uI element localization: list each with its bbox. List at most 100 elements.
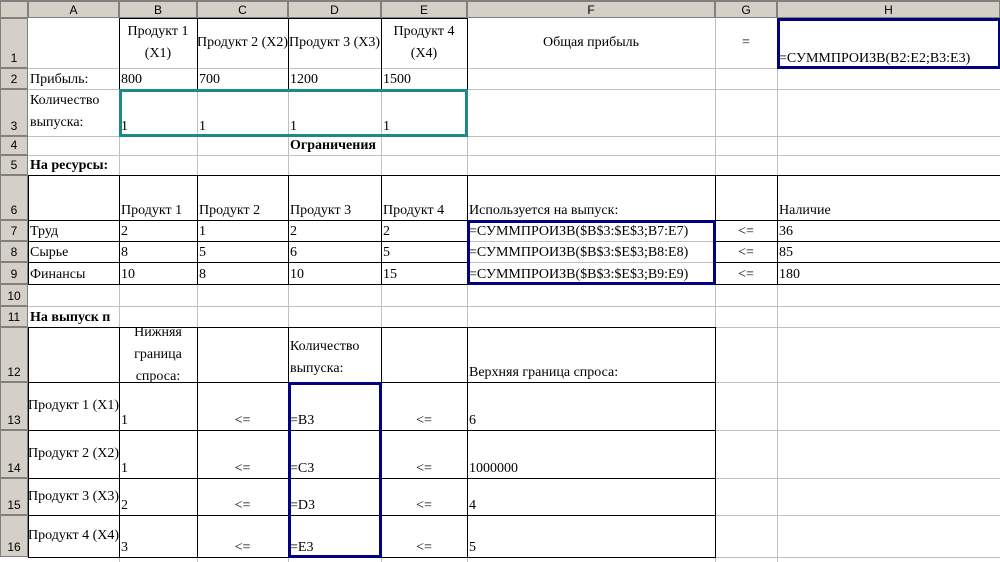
cell-c7[interactable]: 1 bbox=[197, 220, 288, 241]
cell-c8[interactable]: 5 bbox=[197, 241, 288, 262]
cell-e3[interactable]: 1 bbox=[381, 89, 467, 136]
cell-f9[interactable]: =СУММПРОИЗВ($B$3:$E$3;B9:E9) bbox=[467, 262, 715, 284]
cell-d14[interactable]: =C3 bbox=[288, 430, 381, 478]
cell-a11[interactable]: На выпуск п bbox=[28, 306, 119, 327]
cell-d3[interactable]: 1 bbox=[288, 89, 381, 136]
cell-d4[interactable]: Ограничения bbox=[288, 136, 381, 155]
cell-d8[interactable]: 6 bbox=[288, 241, 381, 262]
cell-c16[interactable]: <= bbox=[197, 515, 288, 557]
cell-e2[interactable]: 1500 bbox=[381, 68, 467, 89]
cell-c2[interactable]: 700 bbox=[197, 68, 288, 89]
row-header-15[interactable]: 15 bbox=[0, 478, 28, 515]
cell-b8[interactable]: 8 bbox=[119, 241, 197, 262]
cell-c15[interactable]: <= bbox=[197, 478, 288, 515]
row-header-1[interactable]: 1 bbox=[0, 18, 28, 68]
cell-e9[interactable]: 15 bbox=[381, 262, 467, 284]
cell-d16[interactable]: =E3 bbox=[288, 515, 381, 557]
cell-d7[interactable]: 2 bbox=[288, 220, 381, 241]
cell-d6[interactable]: Продукт 3 bbox=[288, 175, 381, 220]
cell-b13[interactable]: 1 bbox=[119, 382, 197, 430]
cell-g9[interactable]: <= bbox=[715, 262, 777, 284]
cell-h8[interactable]: 85 bbox=[777, 241, 1000, 262]
cell-h1[interactable]: =СУММПРОИЗВ(B2:E2;B3:E3) bbox=[777, 18, 1000, 68]
cell-g1[interactable]: = bbox=[715, 18, 777, 68]
cell-c6[interactable]: Продукт 2 bbox=[197, 175, 288, 220]
column-header-a[interactable]: A bbox=[28, 1, 119, 18]
cell-a16[interactable]: Продукт 4 (X4) bbox=[28, 515, 119, 557]
cell-b14[interactable]: 1 bbox=[119, 430, 197, 478]
row-header-6[interactable]: 6 bbox=[0, 175, 28, 220]
cell-f13[interactable]: 6 bbox=[467, 382, 715, 430]
row-header-8[interactable]: 8 bbox=[0, 241, 28, 262]
column-header-c[interactable]: C bbox=[197, 1, 288, 18]
column-header-d[interactable]: D bbox=[288, 1, 381, 18]
cell-a8[interactable]: Сырье bbox=[28, 241, 119, 262]
cell-g8[interactable]: <= bbox=[715, 241, 777, 262]
cell-c14[interactable]: <= bbox=[197, 430, 288, 478]
cell-b6[interactable]: Продукт 1 bbox=[119, 175, 197, 220]
row-header-12[interactable]: 12 bbox=[0, 327, 28, 382]
cell-c1[interactable]: Продукт 2 (X2) bbox=[197, 18, 288, 68]
cell-f8[interactable]: =СУММПРОИЗВ($B$3:$E$3;B8:E8) bbox=[467, 241, 715, 262]
row-header-2[interactable]: 2 bbox=[0, 68, 28, 89]
cell-h6[interactable]: Наличие bbox=[777, 175, 1000, 220]
cell-b1[interactable]: Продукт 1 (X1) bbox=[119, 18, 197, 68]
row-header-14[interactable]: 14 bbox=[0, 430, 28, 478]
cell-b16[interactable]: 3 bbox=[119, 515, 197, 557]
cell-a5[interactable]: На ресурсы: bbox=[28, 155, 119, 175]
cell-b2[interactable]: 800 bbox=[119, 68, 197, 89]
cell-f14[interactable]: 1000000 bbox=[467, 430, 715, 478]
cell-a7[interactable]: Труд bbox=[28, 220, 119, 241]
cell-b9[interactable]: 10 bbox=[119, 262, 197, 284]
cell-e1[interactable]: Продукт 4 (X4) bbox=[381, 18, 467, 68]
cell-a3[interactable]: Количество выпуска: bbox=[28, 89, 119, 136]
cell-a2[interactable]: Прибыль: bbox=[28, 68, 119, 89]
cell-e7[interactable]: 2 bbox=[381, 220, 467, 241]
cell-g7[interactable]: <= bbox=[715, 220, 777, 241]
row-header-16[interactable]: 16 bbox=[0, 515, 28, 557]
cell-a13[interactable]: Продукт 1 (X1) bbox=[28, 382, 119, 430]
spreadsheet-grid[interactable]: ABCDEFGH 1 2 3 4 5 6 7 8 9 10 11 12 13 14 15 16 Продукт… bbox=[0, 0, 1000, 562]
row-header-4[interactable]: 4 bbox=[0, 136, 28, 155]
cell-f6[interactable]: Используется на выпуск: bbox=[467, 175, 715, 220]
cell-e16[interactable]: <= bbox=[381, 515, 467, 557]
cell-d9[interactable]: 10 bbox=[288, 262, 381, 284]
cell-a9[interactable]: Финансы bbox=[28, 262, 119, 284]
row-header-7[interactable]: 7 bbox=[0, 220, 28, 241]
select-all-corner[interactable] bbox=[0, 1, 28, 18]
cell-f7[interactable]: =СУММПРОИЗВ($B$3:$E$3;B7:E7) bbox=[467, 220, 715, 241]
column-header-f[interactable]: F bbox=[467, 1, 715, 18]
column-header-b[interactable]: B bbox=[119, 1, 197, 18]
cell-a15[interactable]: Продукт 3 (X3) bbox=[28, 478, 119, 515]
cell-f15[interactable]: 4 bbox=[467, 478, 715, 515]
cell-d1[interactable]: Продукт 3 (X3) bbox=[288, 18, 381, 68]
cell-c3[interactable]: 1 bbox=[197, 89, 288, 136]
row-header-10[interactable]: 10 bbox=[0, 284, 28, 306]
cell-c9[interactable]: 8 bbox=[197, 262, 288, 284]
cell-b12[interactable]: Нижняя граница спроса: bbox=[119, 325, 197, 384]
cell-e13[interactable]: <= bbox=[381, 382, 467, 430]
row-header-13[interactable]: 13 bbox=[0, 382, 28, 430]
cell-e6[interactable]: Продукт 4 bbox=[381, 175, 467, 220]
row-header-5[interactable]: 5 bbox=[0, 155, 28, 175]
cell-b15[interactable]: 2 bbox=[119, 478, 197, 515]
row-header-9[interactable]: 9 bbox=[0, 262, 28, 284]
cell-b7[interactable]: 2 bbox=[119, 220, 197, 241]
cell-e14[interactable]: <= bbox=[381, 430, 467, 478]
cell-d15[interactable]: =D3 bbox=[288, 478, 381, 515]
cell-f12[interactable]: Верхняя граница спроса: bbox=[467, 327, 715, 382]
cell-h9[interactable]: 180 bbox=[777, 262, 1000, 284]
cell-e8[interactable]: 5 bbox=[381, 241, 467, 262]
cell-e15[interactable]: <= bbox=[381, 478, 467, 515]
cell-h7[interactable]: 36 bbox=[777, 220, 1000, 241]
row-header-11[interactable]: 11 bbox=[0, 306, 28, 327]
cell-b3[interactable]: 1 bbox=[119, 89, 197, 136]
column-header-e[interactable]: E bbox=[381, 1, 467, 18]
row-header-3[interactable]: 3 bbox=[0, 89, 28, 136]
cell-f16[interactable]: 5 bbox=[467, 515, 715, 557]
cell-d12[interactable]: Количество выпуска: bbox=[288, 327, 381, 382]
column-header-h[interactable]: H bbox=[777, 1, 1000, 18]
cell-d2[interactable]: 1200 bbox=[288, 68, 381, 89]
column-header-g[interactable]: G bbox=[715, 1, 777, 18]
cell-c13[interactable]: <= bbox=[197, 382, 288, 430]
